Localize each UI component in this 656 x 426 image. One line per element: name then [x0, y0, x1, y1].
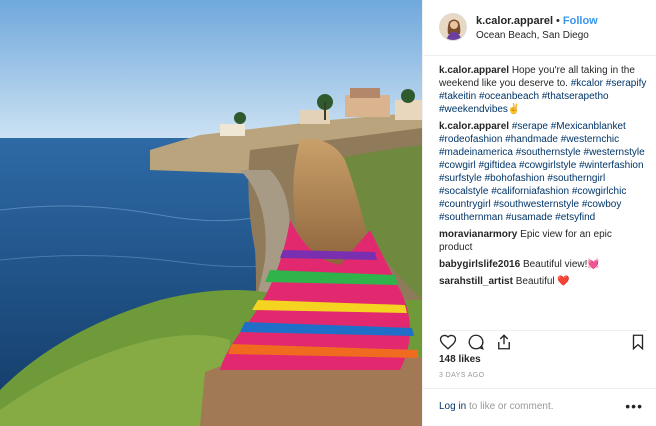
avatar-image [440, 14, 466, 40]
comment-text: Beautiful view!💓 [522, 259, 600, 270]
comment-author[interactable]: moravianarmory [439, 229, 517, 240]
login-prompt: Log in to like or comment. [439, 401, 554, 412]
separator-dot: • [556, 15, 560, 27]
comment-item: sarahstill_artist Beautiful ❤️ [439, 275, 647, 288]
comments-list: k.calor.apparel Hope you're all taking i… [439, 64, 647, 324]
comment-item: babygirlslife2016 Beautiful view!💓 [439, 258, 647, 271]
comment-hashtags[interactable]: #serape #Mexicanblanket #rodeofashion #h… [439, 121, 645, 223]
login-link[interactable]: Log in [439, 401, 466, 412]
likes-count[interactable]: 148 likes [439, 354, 481, 365]
comment-author[interactable]: k.calor.apparel [439, 121, 509, 132]
action-bar [439, 330, 647, 352]
comment-author[interactable]: sarahstill_artist [439, 276, 513, 287]
bookmark-icon[interactable] [629, 333, 647, 354]
comment-text: Beautiful ❤️ [515, 276, 570, 287]
heart-icon[interactable] [439, 333, 457, 354]
photo-scene [0, 0, 422, 426]
post-footer: Log in to like or comment. ••• [423, 388, 656, 426]
post-photo[interactable] [0, 0, 422, 426]
post-panel: k.calor.apparel • Follow Ocean Beach, San … [422, 0, 656, 426]
user-line: k.calor.apparel • Follow [476, 15, 598, 27]
avatar[interactable] [439, 13, 467, 41]
post-timestamp: 3 DAYS AGO [439, 372, 485, 379]
share-icon[interactable] [495, 333, 513, 354]
post-location[interactable]: Ocean Beach, San Diego [476, 30, 589, 41]
more-options-icon[interactable]: ••• [625, 398, 643, 414]
post-header: k.calor.apparel • Follow Ocean Beach, San … [423, 0, 656, 56]
follow-button[interactable]: Follow [563, 15, 598, 27]
post-username[interactable]: k.calor.apparel [476, 15, 553, 27]
comment-item: moravianarmory Epic view for an epic pro… [439, 228, 647, 254]
comment-author[interactable]: babygirlslife2016 [439, 259, 520, 270]
comment-hashtags-block: k.calor.apparel #serape #Mexicanblanket … [439, 120, 647, 224]
login-prompt-text: to like or comment. [466, 401, 554, 412]
comment-caption: k.calor.apparel Hope you're all taking i… [439, 64, 647, 116]
comment-author[interactable]: k.calor.apparel [439, 65, 509, 76]
comment-icon[interactable] [467, 333, 485, 354]
